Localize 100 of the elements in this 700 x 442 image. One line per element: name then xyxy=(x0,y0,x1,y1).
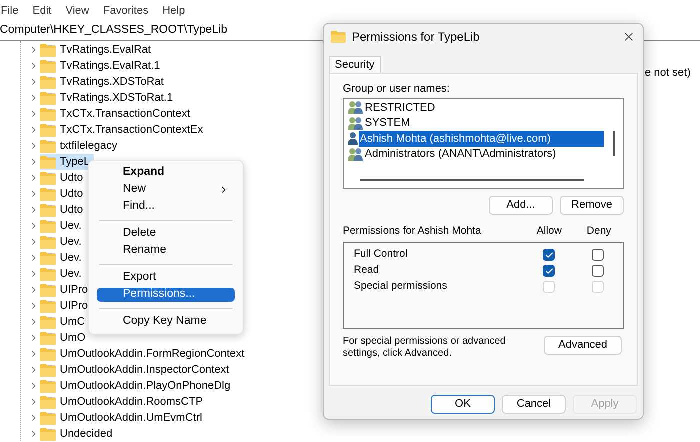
folder-icon xyxy=(40,92,56,104)
folder-icon xyxy=(40,412,56,424)
folder-icon xyxy=(40,188,56,200)
tree-item[interactable]: UmOutlookAddin.InspectorContext xyxy=(40,362,234,378)
menu-option[interactable]: Delete xyxy=(97,227,235,241)
tree-item-label: Udto xyxy=(60,186,84,202)
folder-icon xyxy=(40,348,56,360)
tree-item-label: Undecided xyxy=(60,426,113,442)
tree-item[interactable]: TxCTx.TransactionContextEx xyxy=(40,122,208,138)
tree-item[interactable]: Uev. xyxy=(40,266,86,282)
folder-icon xyxy=(40,60,56,72)
menu-option[interactable]: New xyxy=(97,183,235,197)
scrollbar-thumb[interactable] xyxy=(360,179,584,181)
user-item[interactable]: RESTRICTED xyxy=(364,100,436,116)
checkbox[interactable] xyxy=(592,265,604,277)
user-item[interactable]: SYSTEM xyxy=(364,115,412,132)
user-icon xyxy=(348,132,358,146)
tree-item[interactable]: TvRatings.EvalRat.1 xyxy=(40,58,164,74)
menu-item[interactable]: File xyxy=(1,2,19,20)
menu-option[interactable]: Expand xyxy=(97,166,235,180)
tree-item-label: Udto xyxy=(60,170,84,186)
checkbox[interactable] xyxy=(543,265,556,277)
tree-item[interactable]: Uev. xyxy=(40,218,86,234)
tree-item[interactable]: UIPro xyxy=(40,282,92,298)
dialog-button[interactable]: Cancel xyxy=(502,395,566,414)
menu-item[interactable]: Edit xyxy=(32,2,52,20)
tree-item[interactable]: TypeL xyxy=(40,154,94,170)
folder-icon xyxy=(40,316,56,328)
tree-item[interactable]: UmOutlookAddin.RoomsCTP xyxy=(40,394,208,410)
dialog-button[interactable]: OK xyxy=(431,395,495,414)
folder-icon xyxy=(40,108,56,120)
tree-item[interactable]: TvRatings.EvalRat xyxy=(40,42,156,58)
checkbox[interactable] xyxy=(543,249,556,261)
menu-option[interactable]: Find... xyxy=(97,200,235,214)
folder-icon xyxy=(40,140,56,152)
folder-icon xyxy=(40,380,56,392)
tree-item[interactable]: Udto xyxy=(40,186,88,202)
folder-icon xyxy=(40,300,56,312)
field-label: Group or user names: xyxy=(343,82,451,95)
folder-icon xyxy=(40,124,56,136)
tree-item[interactable]: Uev. xyxy=(40,250,86,266)
tree-item[interactable]: UmOutlookAddin.UmEvmCtrl xyxy=(40,410,206,426)
dialog-button[interactable]: Remove xyxy=(560,196,624,215)
tree-item-label: Udto xyxy=(60,202,84,218)
hint-text: For special permissions or advanced settings, click Advanced. xyxy=(343,336,507,360)
tree-item-label: UmOutlookAddin.RoomsCTP xyxy=(60,394,204,410)
folder-icon xyxy=(40,396,56,408)
tree-item-label: Uev. xyxy=(60,218,82,234)
tree-item[interactable]: Undecided xyxy=(40,426,117,442)
users-icon xyxy=(348,101,363,114)
dialog-button[interactable]: Add... xyxy=(489,196,553,215)
tree-item[interactable]: UIPro xyxy=(40,298,92,314)
folder-icon xyxy=(40,204,56,216)
tree-item-label: UmC xyxy=(60,314,86,330)
tree-item-label: UmOutlookAddin.UmEvmCtrl xyxy=(60,410,202,426)
window-title: Permissions for TypeLib xyxy=(352,29,481,46)
tree-item-label: txtfilelegacy xyxy=(60,138,118,154)
menu-option[interactable]: Permissions... xyxy=(97,288,235,302)
folder-icon xyxy=(40,268,56,280)
tree-item[interactable]: Udto xyxy=(40,202,88,218)
tree-item-label: UIPro xyxy=(60,298,88,314)
folder-icon xyxy=(40,172,56,184)
tree-item-label: TypeL xyxy=(60,154,90,170)
folder-icon xyxy=(40,44,56,56)
advanced-button[interactable]: Advanced xyxy=(544,336,622,355)
tree-item[interactable]: TvRatings.XDSToRat xyxy=(40,74,168,90)
menu-option[interactable]: Rename xyxy=(97,244,235,258)
users-icon xyxy=(348,116,363,130)
folder-icon xyxy=(40,252,56,264)
tab[interactable]: Security xyxy=(329,56,381,73)
tree-item-label: TvRatings.XDSToRat.1 xyxy=(60,90,174,106)
tree-item[interactable]: UmC xyxy=(40,314,90,330)
tree-item[interactable]: TxCTx.TransactionContext xyxy=(40,106,194,122)
folder-icon xyxy=(40,364,56,376)
scrollbar-thumb[interactable] xyxy=(613,131,615,156)
tree-item-label: TxCTx.TransactionContext xyxy=(60,106,190,122)
menu-item[interactable]: View xyxy=(66,2,90,20)
menu-item[interactable]: Favorites xyxy=(103,2,149,20)
tree-item-label: Uev. xyxy=(60,234,82,250)
tree-item[interactable]: txtfilelegacy xyxy=(40,138,122,154)
folder-icon xyxy=(40,428,56,440)
permission-name: Read xyxy=(354,263,380,278)
menu-option[interactable]: Export xyxy=(97,271,235,285)
user-item[interactable]: Ashish Mohta (ashishmohta@live.com) xyxy=(359,130,604,147)
tree-item[interactable]: Udto xyxy=(40,170,88,186)
folder-icon xyxy=(40,284,56,296)
tree-item[interactable]: TvRatings.XDSToRat.1 xyxy=(40,90,178,106)
permission-name: Full Control xyxy=(354,247,409,262)
checkbox[interactable] xyxy=(592,249,604,261)
close-icon[interactable] xyxy=(622,30,636,44)
folder-icon xyxy=(40,332,56,344)
tree-item[interactable]: UmO xyxy=(40,330,90,346)
menu-item[interactable]: Help xyxy=(162,2,186,20)
tree-item-label: UmOutlookAddin.InspectorContext xyxy=(60,362,230,378)
user-item[interactable]: Administrators (ANANT\Administrators) xyxy=(364,146,558,162)
tree-item[interactable]: UmOutlookAddin.PlayOnPhoneDlg xyxy=(40,378,235,394)
tree-item-label: TxCTx.TransactionContextEx xyxy=(60,122,204,138)
tree-item[interactable]: Uev. xyxy=(40,234,86,250)
folder-icon xyxy=(331,31,346,43)
menu-option[interactable]: Copy Key Name xyxy=(97,315,235,329)
